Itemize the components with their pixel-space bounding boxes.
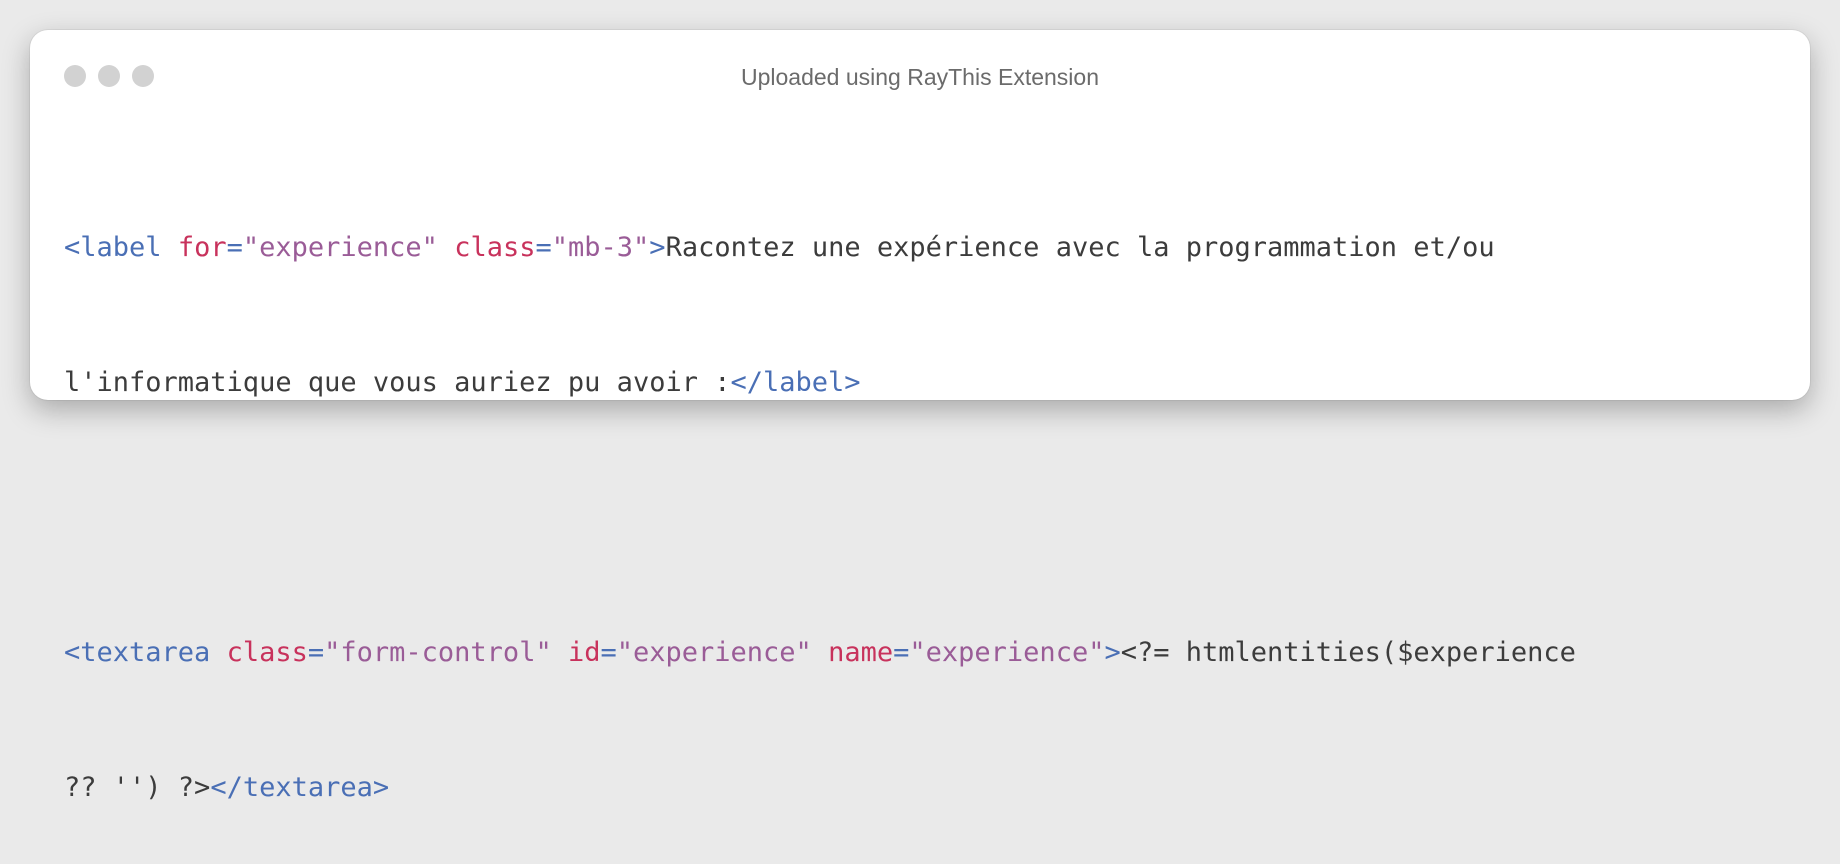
attr-for-equals: = xyxy=(226,232,243,263)
window-title: Uploaded using RayThis Extension xyxy=(741,64,1099,90)
attr-id-equals: = xyxy=(600,637,617,668)
textarea-open-tag: <textarea xyxy=(64,637,211,668)
label-open-tag: <label xyxy=(64,232,162,263)
code-block: <label for="experience" class="mb-3">Rac… xyxy=(64,135,1790,864)
code-line-4: ?? '') ?></textarea> xyxy=(64,765,1790,810)
php-expression-part-1: <?= htmlentities($experience xyxy=(1120,637,1576,668)
attr-id-value: "experience" xyxy=(616,637,812,668)
label-open-bracket: > xyxy=(649,232,666,263)
attr-name-name: name xyxy=(828,637,894,668)
attr-name-equals: = xyxy=(893,637,910,668)
attr-class-equals: = xyxy=(535,232,552,263)
code-line-2: l'informatique que vous auriez pu avoir … xyxy=(64,360,1790,405)
attr-class-name-textarea: class xyxy=(226,637,308,668)
attr-name-value: "experience" xyxy=(909,637,1105,668)
textarea-close-tag: </textarea> xyxy=(210,772,390,803)
attr-class-value-textarea: "form-control" xyxy=(324,637,552,668)
code-snippet-window: Uploaded using RayThis Extension <label … xyxy=(30,30,1810,803)
label-close-tag: </label> xyxy=(730,367,861,398)
attr-for-name: for xyxy=(177,232,227,263)
attr-class-name: class xyxy=(454,232,536,263)
attr-class-equals-textarea: = xyxy=(307,637,325,668)
attr-for-value: "experience" xyxy=(242,232,438,263)
label-text-part-2: l'informatique que vous auriez pu avoir … xyxy=(64,367,731,398)
textarea-open-bracket: > xyxy=(1104,637,1121,668)
php-expression-part-2: ?? '') ?> xyxy=(64,772,211,803)
attr-class-value: "mb-3" xyxy=(551,232,650,263)
code-line-1: <label for="experience" class="mb-3">Rac… xyxy=(64,225,1790,270)
code-line-3: <textarea class="form-control" id="exper… xyxy=(64,630,1790,675)
attr-id-name: id xyxy=(567,637,601,668)
label-text-part-1: Racontez une expérience avec la programm… xyxy=(665,232,1495,263)
window-titlebar: Uploaded using RayThis Extension xyxy=(30,30,1810,125)
